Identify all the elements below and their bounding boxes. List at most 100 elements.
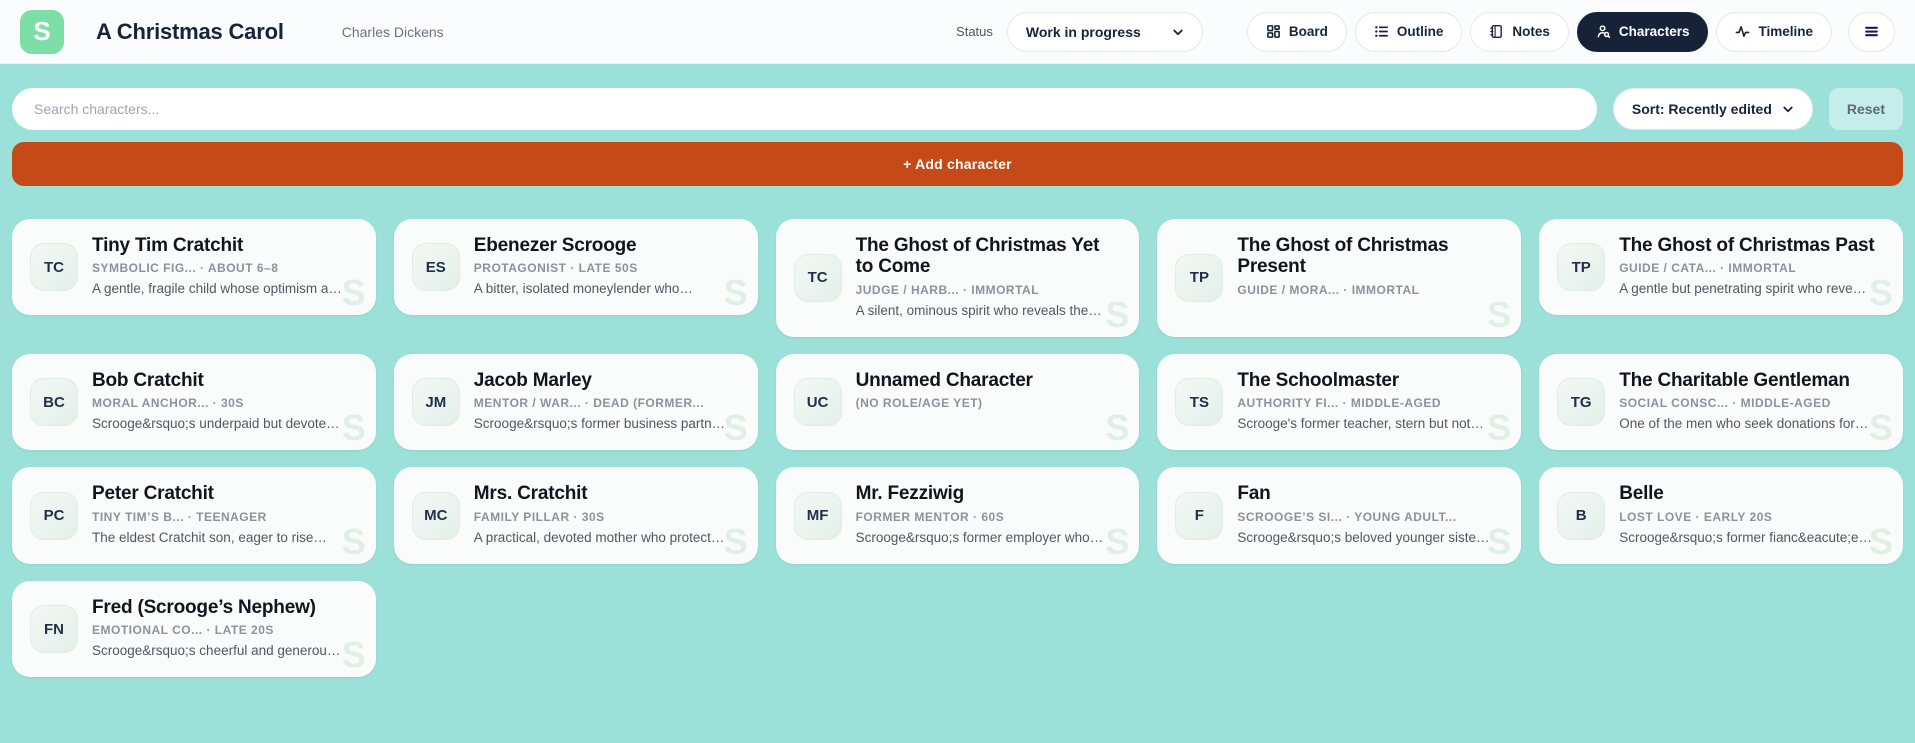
character-description: One of the men who seek donations for… [1619,415,1885,434]
character-avatar: TC [30,243,78,291]
character-avatar: TS [1175,378,1223,426]
tab-label: Board [1289,24,1328,39]
book-title: A Christmas Carol [96,19,284,45]
reset-button[interactable]: Reset [1829,88,1903,130]
character-card[interactable]: TG The Charitable Gentleman SOCIAL CONSC… [1539,354,1903,450]
character-card-body: Peter Cratchit TINY TIM’S B... · TEENAGE… [92,483,358,547]
tab-notes[interactable]: Notes [1470,12,1569,52]
character-description: Scrooge's former teacher, stern but not… [1237,415,1503,434]
character-avatar: MF [794,492,842,540]
character-role: FAMILY PILLAR · 30S [474,510,740,524]
character-grid: TC Tiny Tim Cratchit SYMBOLIC FIG... · A… [12,219,1903,677]
characters-person-search-icon [1596,24,1611,39]
character-name: Fan [1237,483,1503,504]
character-card[interactable]: TC The Ghost of Christmas Yet to Come JU… [776,219,1140,337]
tab-label: Timeline [1758,24,1813,39]
character-avatar: JM [412,378,460,426]
character-avatar: BC [30,378,78,426]
character-description: Scrooge&rsquo;s underpaid but devote… [92,415,358,434]
character-avatar: TC [794,254,842,302]
character-role: GUIDE / CATA... · IMMORTAL [1619,261,1885,275]
character-card[interactable]: JM Jacob Marley MENTOR / WAR... · DEAD (… [394,354,758,450]
header-right: Status Work in progress BoardOutlineNote… [956,12,1895,52]
search-input[interactable] [12,88,1597,130]
character-name: Bob Cratchit [92,370,358,391]
tab-board[interactable]: Board [1247,12,1347,52]
character-description: Scrooge&rsquo;s beloved younger siste… [1237,529,1503,548]
character-description [1237,302,1503,321]
character-card-body: Tiny Tim Cratchit SYMBOLIC FIG... · ABOU… [92,235,358,299]
character-description: A gentle, fragile child whose optimism a… [92,280,358,299]
character-description [856,415,1122,434]
character-name: Mrs. Cratchit [474,483,740,504]
character-card[interactable]: TP The Ghost of Christmas Past GUIDE / C… [1539,219,1903,315]
characters-toolbar: Sort: Recently edited Reset [12,88,1903,130]
character-card-body: Mrs. Cratchit FAMILY PILLAR · 30S A prac… [474,483,740,547]
chevron-down-icon [1782,103,1794,115]
status-value: Work in progress [1026,24,1141,40]
character-name: The Ghost of Christmas Yet to Come [856,235,1122,278]
app-header: S A Christmas Carol Charles Dickens Stat… [0,0,1915,64]
character-name: Peter Cratchit [92,483,358,504]
character-name: The Charitable Gentleman [1619,370,1885,391]
character-card-body: Fan SCROOGE’S SI... · YOUNG ADULT... Scr… [1237,483,1503,547]
character-role: (NO ROLE/AGE YET) [856,396,1122,410]
character-name: Mr. Fezziwig [856,483,1122,504]
notes-notebook-icon [1489,24,1504,39]
character-name: Belle [1619,483,1885,504]
character-description: A gentle but penetrating spirit who reve… [1619,280,1885,299]
character-card[interactable]: UC Unnamed Character (NO ROLE/AGE YET) S [776,354,1140,450]
tab-timeline[interactable]: Timeline [1716,12,1832,52]
tab-characters[interactable]: Characters [1577,12,1709,52]
character-card[interactable]: ES Ebenezer Scrooge PROTAGONIST · LATE 5… [394,219,758,315]
logo-letter: S [33,16,50,47]
tab-label: Characters [1619,24,1690,39]
character-avatar: TG [1557,378,1605,426]
sort-select[interactable]: Sort: Recently edited [1613,88,1813,130]
character-card[interactable]: PC Peter Cratchit TINY TIM’S B... · TEEN… [12,467,376,563]
outline-list-icon [1374,24,1389,39]
character-role: LOST LOVE · EARLY 20S [1619,510,1885,524]
character-role: TINY TIM’S B... · TEENAGER [92,510,358,524]
character-avatar: TP [1557,243,1605,291]
character-description: Scrooge&rsquo;s cheerful and generou… [92,642,358,661]
tab-outline[interactable]: Outline [1355,12,1463,52]
character-card[interactable]: MC Mrs. Cratchit FAMILY PILLAR · 30S A p… [394,467,758,563]
character-role: JUDGE / HARB... · IMMORTAL [856,283,1122,297]
character-card[interactable]: F Fan SCROOGE’S SI... · YOUNG ADULT... S… [1157,467,1521,563]
character-name: The Schoolmaster [1237,370,1503,391]
character-description: The eldest Cratchit son, eager to rise… [92,529,358,548]
character-card[interactable]: MF Mr. Fezziwig FORMER MENTOR · 60S Scro… [776,467,1140,563]
character-card[interactable]: BC Bob Cratchit MORAL ANCHOR... · 30S Sc… [12,354,376,450]
character-name: Fred (Scrooge’s Nephew) [92,597,358,618]
character-description: Scrooge&rsquo;s former fianc&eacute;e… [1619,529,1885,548]
character-description: Scrooge&rsquo;s former business partn… [474,415,740,434]
character-card-body: The Ghost of Christmas Past GUIDE / CATA… [1619,235,1885,299]
character-role: GUIDE / MORA... · IMMORTAL [1237,283,1503,297]
character-card-body: Unnamed Character (NO ROLE/AGE YET) [856,370,1122,434]
app-logo-icon: S [20,10,64,54]
status-select[interactable]: Work in progress [1007,12,1203,52]
character-card[interactable]: TS The Schoolmaster AUTHORITY FI... · MI… [1157,354,1521,450]
character-description: A bitter, isolated moneylender who… [474,280,740,299]
character-card-body: The Ghost of Christmas Present GUIDE / M… [1237,235,1503,321]
chevron-down-icon [1172,26,1184,38]
character-card-body: The Ghost of Christmas Yet to Come JUDGE… [856,235,1122,321]
character-card[interactable]: FN Fred (Scrooge’s Nephew) EMOTIONAL CO.… [12,581,376,677]
add-character-button[interactable]: + Add character [12,142,1903,186]
character-description: A silent, ominous spirit who reveals the… [856,302,1122,321]
menu-button[interactable] [1848,12,1895,52]
character-card[interactable]: TP The Ghost of Christmas Present GUIDE … [1157,219,1521,337]
character-card-body: Jacob Marley MENTOR / WAR... · DEAD (FOR… [474,370,740,434]
board-grid-icon [1266,24,1281,39]
character-card-body: Bob Cratchit MORAL ANCHOR... · 30S Scroo… [92,370,358,434]
character-description: Scrooge&rsquo;s former employer who… [856,529,1122,548]
character-avatar: UC [794,378,842,426]
character-name: The Ghost of Christmas Present [1237,235,1503,278]
character-name: The Ghost of Christmas Past [1619,235,1885,256]
character-card[interactable]: TC Tiny Tim Cratchit SYMBOLIC FIG... · A… [12,219,376,315]
character-card[interactable]: B Belle LOST LOVE · EARLY 20S Scrooge&rs… [1539,467,1903,563]
character-role: SYMBOLIC FIG... · ABOUT 6–8 [92,261,358,275]
book-author: Charles Dickens [342,24,444,40]
character-avatar: TP [1175,254,1223,302]
